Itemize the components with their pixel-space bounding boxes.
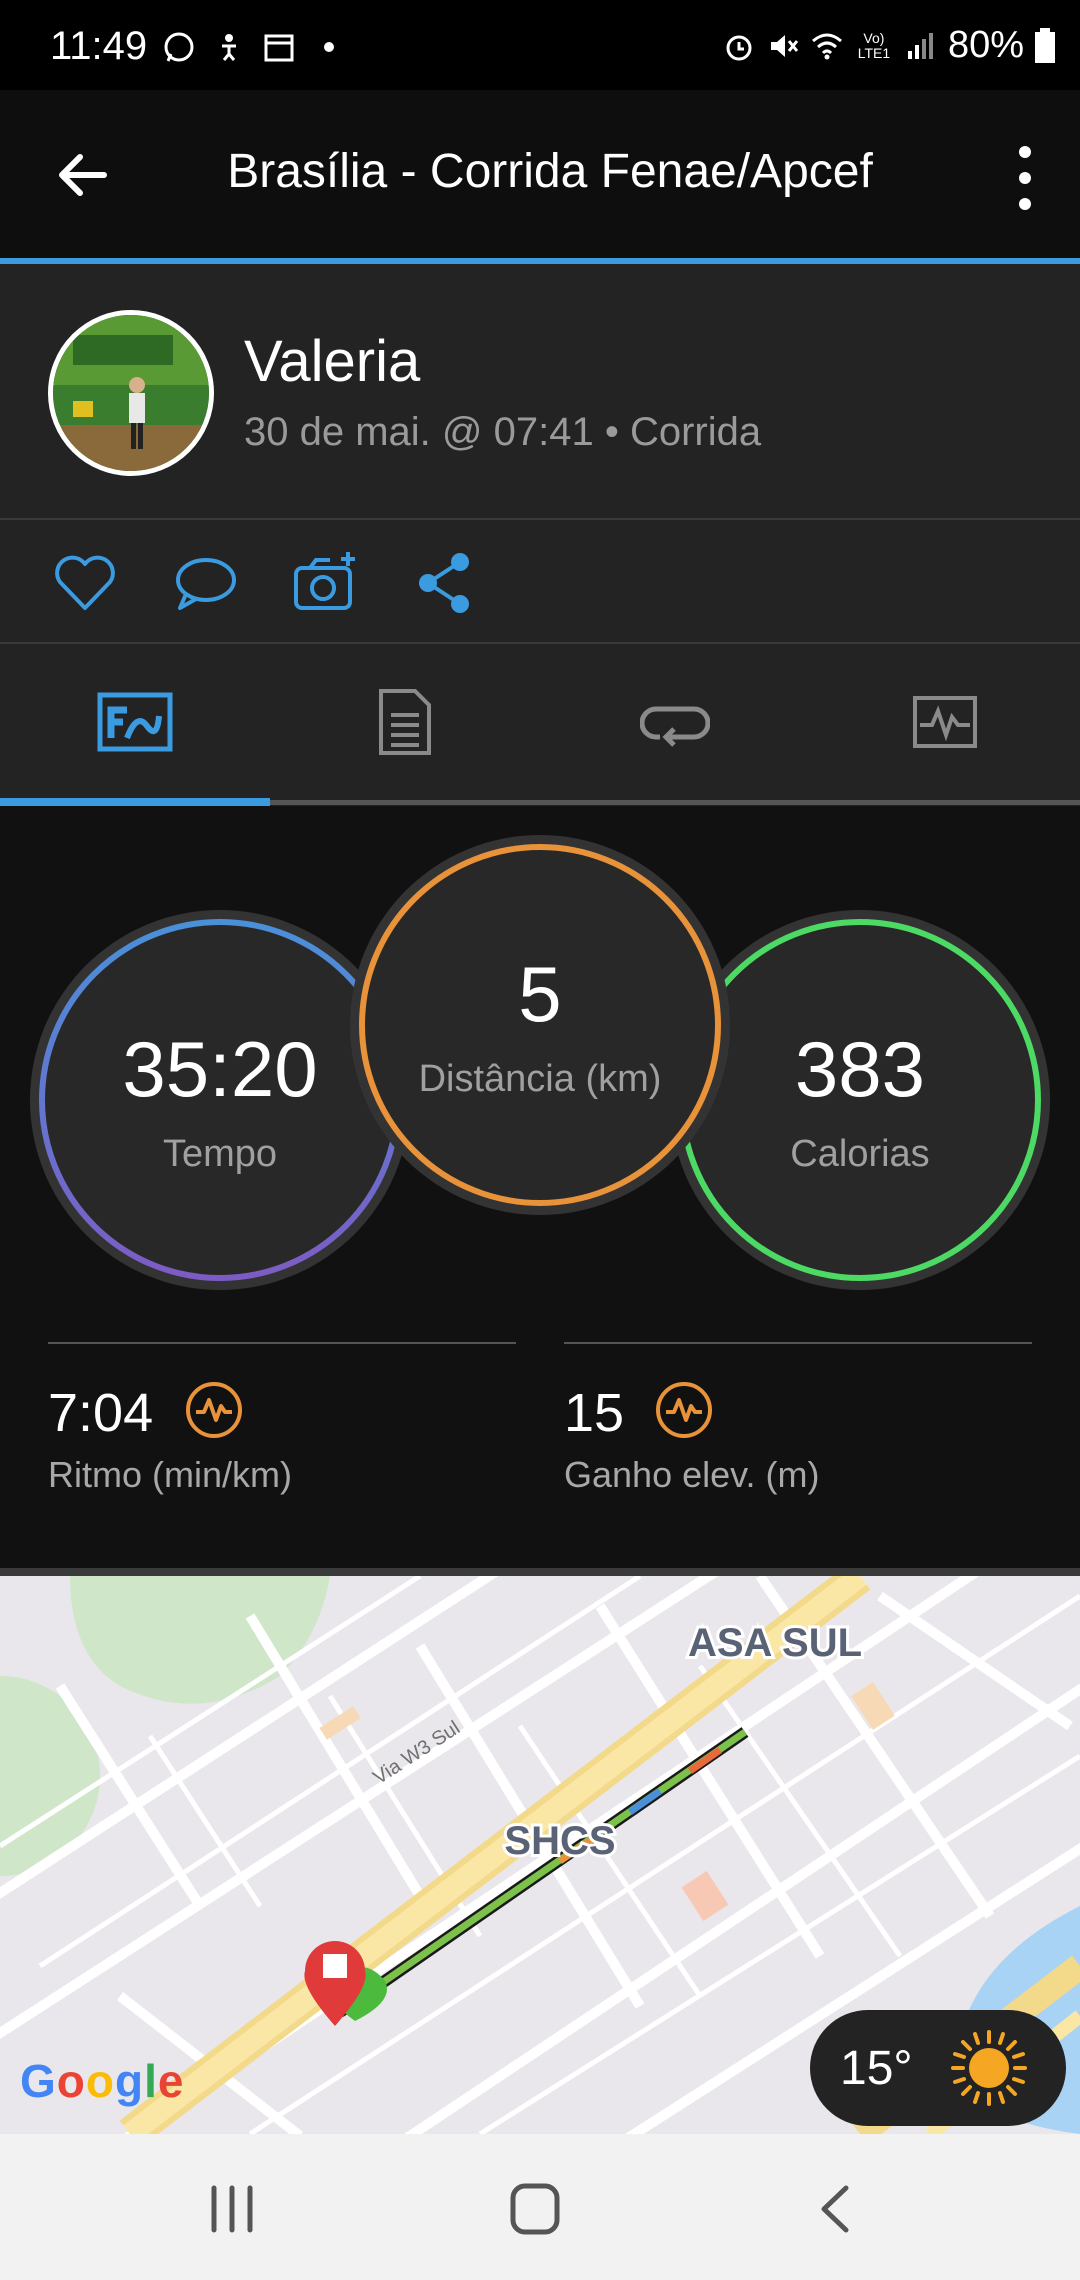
google-letter: l bbox=[144, 2055, 158, 2107]
signal-icon bbox=[907, 32, 933, 59]
alarm-icon bbox=[726, 35, 752, 60]
system-nav-bar bbox=[0, 2134, 1080, 2280]
tab-details[interactable] bbox=[270, 644, 540, 800]
elevation-value: 15 bbox=[564, 1383, 625, 1443]
pace-chart-icon[interactable] bbox=[184, 1380, 244, 1440]
elevation-label: Ganho elev. (m) bbox=[564, 1454, 820, 1495]
weather-temperature: 15° bbox=[840, 2041, 913, 2095]
sun-icon bbox=[950, 2030, 1027, 2106]
notification-icons bbox=[162, 30, 346, 64]
whatsapp-icon bbox=[164, 32, 194, 62]
tab-charts[interactable] bbox=[810, 644, 1080, 800]
tab-active-indicator bbox=[0, 798, 270, 806]
google-letter: o bbox=[85, 2055, 115, 2107]
network-label: Vo) LTE1 bbox=[857, 29, 891, 61]
user-name: Valeria bbox=[244, 329, 421, 394]
profile-header: Valeria 30 de mai. @ 07:41 • Corrida bbox=[0, 264, 1080, 520]
back-arrow-icon[interactable] bbox=[48, 140, 118, 210]
pace-divider bbox=[48, 1342, 516, 1344]
google-letter: G bbox=[20, 2055, 57, 2107]
document-icon bbox=[379, 689, 431, 755]
mute-icon bbox=[770, 34, 799, 57]
avatar-photo bbox=[53, 315, 209, 471]
google-letter: g bbox=[115, 2055, 145, 2107]
accessibility-icon bbox=[222, 34, 236, 61]
recent-apps-icon[interactable] bbox=[192, 2174, 272, 2244]
google-letter: o bbox=[56, 2055, 86, 2107]
weather-badge[interactable]: 15° bbox=[810, 2010, 1066, 2126]
laps-icon bbox=[640, 706, 710, 747]
pace-value: 7:04 bbox=[48, 1383, 154, 1443]
elevation-chart-icon[interactable] bbox=[654, 1380, 714, 1440]
map-label-shcs: SHCS bbox=[504, 1819, 615, 1863]
distance-stat: 5 Distância (km) bbox=[350, 835, 730, 1215]
activity-title: Brasília - Corrida Fenae/Apcef bbox=[227, 145, 873, 198]
add-photo-icon[interactable] bbox=[290, 548, 360, 618]
tab-overview[interactable] bbox=[0, 644, 270, 800]
distance-label: Distância (km) bbox=[418, 1058, 662, 1100]
wifi-icon bbox=[811, 33, 842, 59]
google-logo: Google bbox=[20, 2054, 184, 2108]
status-bar: 11:49 Vo) LTE1 80% bbox=[0, 0, 1080, 90]
battery-percent: 80% bbox=[947, 24, 1024, 66]
home-icon[interactable] bbox=[495, 2174, 575, 2244]
calendar-icon bbox=[264, 34, 294, 62]
calories-value: 383 bbox=[794, 1025, 926, 1113]
status-time: 11:49 bbox=[50, 24, 148, 68]
pace-label: Ritmo (min/km) bbox=[48, 1454, 292, 1495]
heart-icon[interactable] bbox=[50, 548, 120, 618]
time-label: Tempo bbox=[162, 1133, 278, 1175]
map-label-asa-sul: ASA SUL bbox=[688, 1621, 862, 1665]
activity-meta: 30 de mai. @ 07:41 • Corrida bbox=[244, 410, 762, 454]
overview-icon bbox=[97, 692, 173, 752]
share-icon[interactable] bbox=[410, 548, 480, 618]
back-nav-icon[interactable] bbox=[798, 2174, 878, 2244]
google-letter: e bbox=[157, 2055, 185, 2107]
system-icons: Vo) LTE1 80% bbox=[722, 24, 1056, 67]
action-row bbox=[0, 520, 1080, 644]
tab-laps[interactable] bbox=[540, 644, 810, 800]
comment-icon[interactable] bbox=[170, 548, 240, 618]
app-bar: Brasília - Corrida Fenae/Apcef bbox=[0, 90, 1080, 258]
activity-tabs bbox=[0, 644, 1080, 806]
battery-icon bbox=[1035, 27, 1055, 63]
chart-icon bbox=[913, 696, 977, 748]
stats-divider bbox=[0, 1568, 1080, 1576]
avatar[interactable] bbox=[48, 310, 214, 476]
more-options-icon[interactable] bbox=[1000, 138, 1050, 218]
distance-value: 5 bbox=[518, 950, 562, 1038]
dot-icon bbox=[324, 42, 334, 52]
calories-label: Calorias bbox=[790, 1133, 930, 1175]
elevation-divider bbox=[564, 1342, 1032, 1344]
time-value: 35:20 bbox=[122, 1025, 318, 1113]
